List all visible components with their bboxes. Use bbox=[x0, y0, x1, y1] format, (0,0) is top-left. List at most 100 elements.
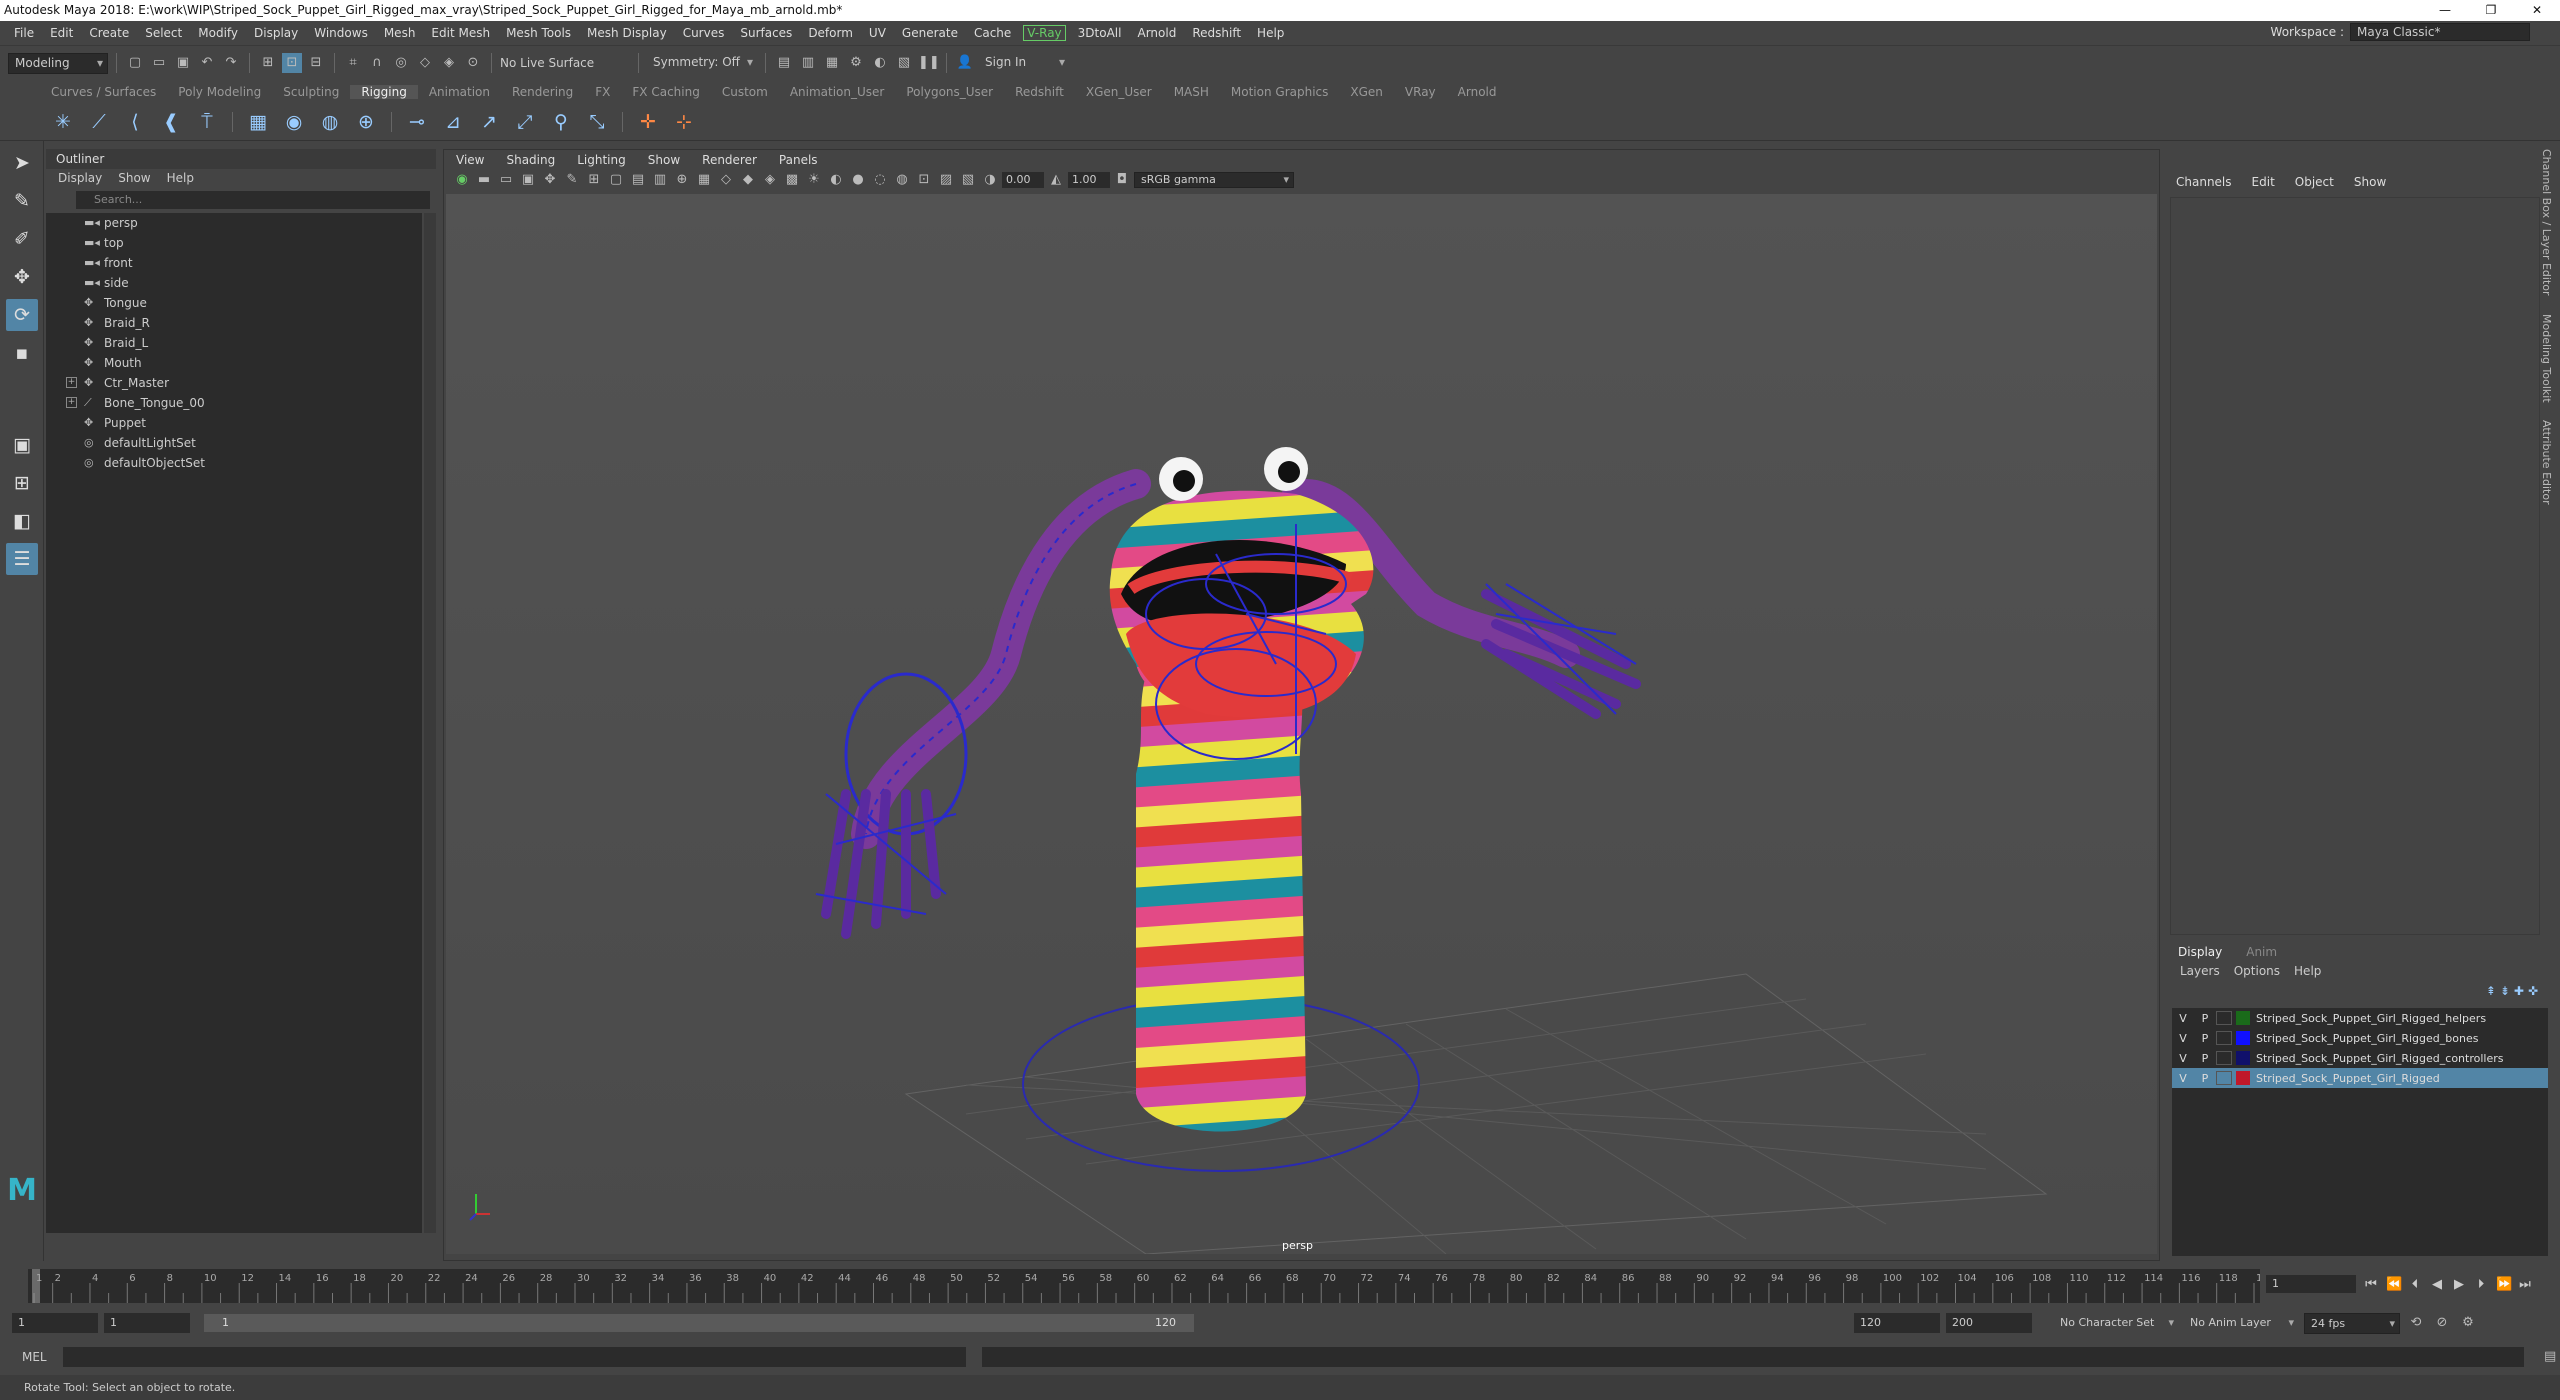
layer-row[interactable]: V P Striped_Sock_Puppet_Girl_Rigged_bone… bbox=[2172, 1028, 2548, 1048]
outliner-item-default-light-set[interactable]: ◎ defaultLightSet bbox=[46, 433, 422, 453]
image-plane-icon[interactable]: ▣ bbox=[518, 170, 538, 190]
snap-live-icon[interactable]: ⊙ bbox=[463, 53, 483, 73]
select-tool-icon[interactable]: ➤ bbox=[6, 147, 38, 179]
minimize-button[interactable]: — bbox=[2422, 0, 2468, 21]
step-back-frame-icon[interactable]: ⏴ bbox=[2408, 1277, 2422, 1292]
layer-menu-options[interactable]: Options bbox=[2234, 964, 2280, 978]
outliner-scrollbar[interactable] bbox=[424, 213, 436, 1233]
outliner-item-mouth[interactable]: ✥ Mouth bbox=[46, 353, 422, 373]
eye-right[interactable] bbox=[1264, 447, 1308, 491]
menu-3dtoall[interactable]: 3DtoAll bbox=[1070, 26, 1130, 40]
film-gate-icon[interactable]: ▢ bbox=[606, 170, 626, 190]
menu-generate[interactable]: Generate bbox=[894, 26, 966, 40]
outliner-item-braid-l[interactable]: ✥ Braid_L bbox=[46, 333, 422, 353]
hypershade-icon[interactable]: ◐ bbox=[870, 53, 890, 73]
cb-menu-object[interactable]: Object bbox=[2295, 175, 2334, 189]
playback-toggle[interactable]: P bbox=[2194, 1072, 2216, 1085]
display-type-toggle[interactable] bbox=[2216, 1011, 2232, 1025]
shelf-tab[interactable]: Animation bbox=[418, 85, 501, 99]
select-camera-icon[interactable]: ◉ bbox=[452, 170, 472, 190]
shelf-tab[interactable]: Arnold bbox=[1447, 85, 1508, 99]
menu-mesh[interactable]: Mesh bbox=[376, 26, 424, 40]
shelf-tab[interactable]: XGen bbox=[1339, 85, 1394, 99]
render-view-icon[interactable]: ▧ bbox=[894, 53, 914, 73]
shelf-tab[interactable]: FX Caching bbox=[621, 85, 710, 99]
layer-menu-layers[interactable]: Layers bbox=[2180, 964, 2220, 978]
anim-layer-dropdown[interactable]: No Anim Layer bbox=[2184, 1313, 2298, 1334]
menu-mesh-display[interactable]: Mesh Display bbox=[579, 26, 675, 40]
undo-icon[interactable]: ↶ bbox=[197, 53, 217, 73]
snap-surface-icon[interactable]: ◈ bbox=[439, 53, 459, 73]
redo-icon[interactable]: ↷ bbox=[221, 53, 241, 73]
rotate-tool-icon[interactable]: ⟳ bbox=[6, 299, 38, 331]
menu-uv[interactable]: UV bbox=[861, 26, 894, 40]
xray-icon[interactable]: ▨ bbox=[936, 170, 956, 190]
lattice-icon[interactable]: ▦ bbox=[243, 107, 273, 137]
side-tab-modeling-toolkit[interactable]: Modeling Toolkit bbox=[2540, 314, 2553, 403]
ik-handle-icon[interactable]: ⟋ bbox=[84, 107, 114, 137]
outliner-item-default-object-set[interactable]: ◎ defaultObjectSet bbox=[46, 453, 422, 473]
cluster-icon[interactable]: ◉ bbox=[279, 107, 309, 137]
playback-end-field[interactable]: 120 bbox=[1854, 1313, 1940, 1333]
layer-color-swatch[interactable] bbox=[2236, 1011, 2250, 1025]
vp-menu-panels[interactable]: Panels bbox=[779, 153, 818, 167]
snap-grid-icon[interactable]: ⌗ bbox=[343, 53, 363, 73]
shelf-tab[interactable]: Polygons_User bbox=[895, 85, 1004, 99]
menu-redshift[interactable]: Redshift bbox=[1184, 26, 1249, 40]
xray-joints-icon[interactable]: ▧ bbox=[958, 170, 978, 190]
ipr-render-icon[interactable]: ▦ bbox=[822, 53, 842, 73]
play-backward-icon[interactable]: ◀ bbox=[2430, 1277, 2444, 1292]
color-management-icon[interactable]: ◘ bbox=[1112, 170, 1132, 190]
2d-pan-icon[interactable]: ✥ bbox=[540, 170, 560, 190]
outliner-layout-icon[interactable]: ☰ bbox=[6, 543, 38, 575]
grid-toggle-icon[interactable]: ⊞ bbox=[584, 170, 604, 190]
current-frame-marker[interactable] bbox=[32, 1269, 40, 1303]
menu-set-dropdown[interactable]: Modeling bbox=[8, 52, 108, 74]
playback-toggle[interactable]: P bbox=[2194, 1052, 2216, 1065]
shelf-tab[interactable]: Rendering bbox=[501, 85, 584, 99]
select-object-icon[interactable]: ⊡ bbox=[282, 53, 302, 73]
scale-tool-icon[interactable]: ▪ bbox=[6, 337, 38, 369]
resolution-gate-icon[interactable]: ▤ bbox=[628, 170, 648, 190]
layer-color-swatch[interactable] bbox=[2236, 1031, 2250, 1045]
isolate-select-icon[interactable]: ⊡ bbox=[914, 170, 934, 190]
playback-start-field[interactable]: 1 bbox=[104, 1313, 190, 1333]
gamma-field[interactable]: 1.00 bbox=[1068, 172, 1110, 188]
layer-menu-help[interactable]: Help bbox=[2294, 964, 2321, 978]
cb-menu-channels[interactable]: Channels bbox=[2176, 175, 2232, 189]
workspace-dropdown[interactable]: Maya Classic* bbox=[2350, 23, 2530, 41]
step-back-key-icon[interactable]: ⏪ bbox=[2386, 1277, 2402, 1292]
paint-select-icon[interactable]: ✐ bbox=[6, 223, 38, 255]
shelf-tab[interactable]: Animation_User bbox=[779, 85, 896, 99]
menu-help[interactable]: Help bbox=[1249, 26, 1292, 40]
orient-constraint-icon[interactable]: ↗ bbox=[474, 107, 504, 137]
new-layer-icon[interactable]: ✚ bbox=[2514, 984, 2524, 998]
render-frame-icon[interactable]: ▤ bbox=[774, 53, 794, 73]
point-constraint-icon[interactable]: ⊿ bbox=[438, 107, 468, 137]
outliner-menu-show[interactable]: Show bbox=[118, 171, 150, 185]
menu-mesh-tools[interactable]: Mesh Tools bbox=[498, 26, 579, 40]
outliner-menu-help[interactable]: Help bbox=[167, 171, 194, 185]
shelf-tab[interactable]: Custom bbox=[711, 85, 779, 99]
humanik-icon[interactable]: ⍑ bbox=[192, 107, 222, 137]
vp-menu-show[interactable]: Show bbox=[648, 153, 680, 167]
render-settings-icon[interactable]: ⚙ bbox=[846, 53, 866, 73]
menu-modify[interactable]: Modify bbox=[190, 26, 246, 40]
go-to-end-icon[interactable]: ⏭ bbox=[2518, 1277, 2532, 1292]
move-layer-down-icon[interactable]: ⇟ bbox=[2500, 984, 2510, 998]
ambient-occlusion-icon[interactable]: ● bbox=[848, 170, 868, 190]
menu-select[interactable]: Select bbox=[137, 26, 190, 40]
sign-in-button[interactable]: Sign In bbox=[979, 53, 1069, 74]
playback-toggle[interactable]: P bbox=[2194, 1032, 2216, 1045]
single-perspective-icon[interactable]: ▣ bbox=[6, 429, 38, 461]
shelf-tab[interactable]: Curves / Surfaces bbox=[40, 85, 167, 99]
select-component-icon[interactable]: ⊟ bbox=[306, 53, 326, 73]
braid-left[interactable] bbox=[815, 469, 1151, 939]
scene-end-field[interactable]: 200 bbox=[1946, 1313, 2032, 1333]
new-scene-icon[interactable]: ▢ bbox=[125, 53, 145, 73]
play-forward-icon[interactable]: ▶ bbox=[2452, 1277, 2466, 1292]
outliner-search-input[interactable]: Search... bbox=[76, 191, 430, 209]
display-type-toggle[interactable] bbox=[2216, 1051, 2232, 1065]
shelf-tab[interactable]: Sculpting bbox=[272, 85, 350, 99]
shelf-tab[interactable]: Motion Graphics bbox=[1220, 85, 1340, 99]
